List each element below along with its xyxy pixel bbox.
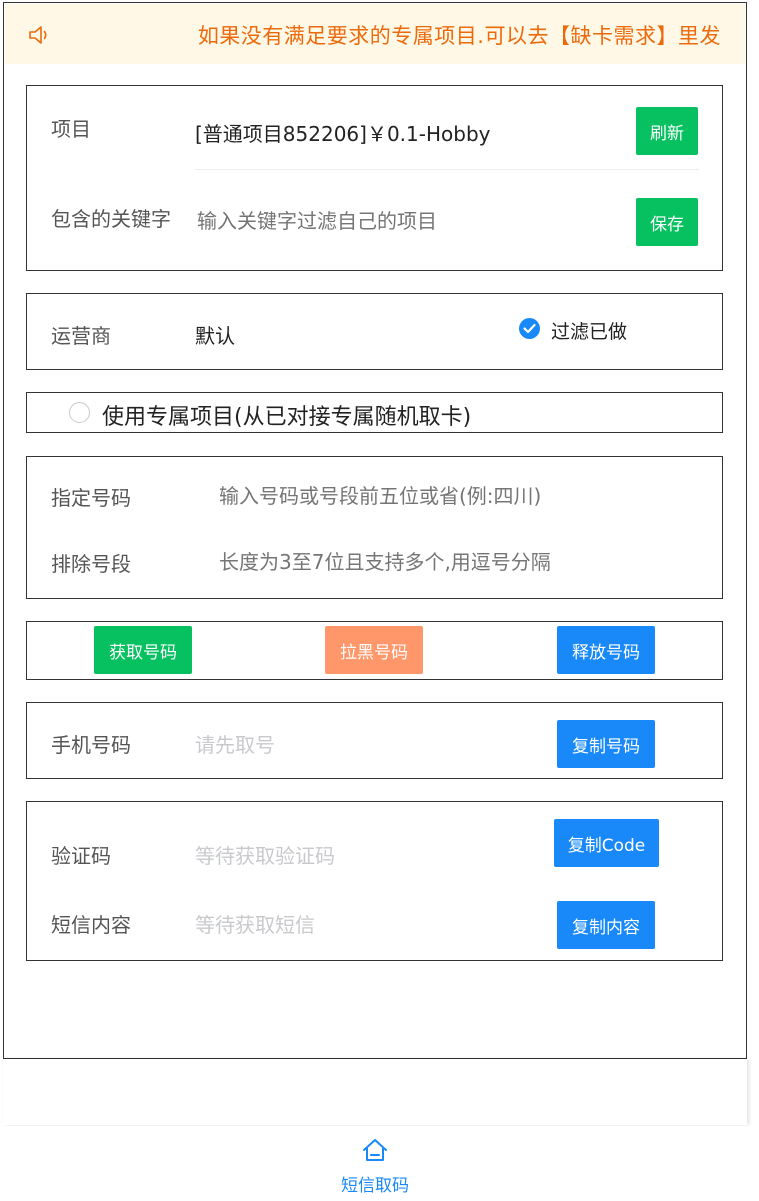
- refresh-button[interactable]: 刷新: [636, 107, 698, 155]
- project-value[interactable]: [普通项目852206]￥0.1-Hobby: [195, 118, 490, 147]
- tab-sms-code-label: 短信取码: [341, 1176, 409, 1196]
- block-number-button[interactable]: 拉黑号码: [325, 626, 423, 674]
- code-value: 等待获取验证码: [195, 844, 335, 868]
- keyword-input[interactable]: [197, 204, 597, 238]
- operator-card: 运营商 默认 过滤已做: [26, 293, 723, 370]
- project-card: 项目 [普通项目852206]￥0.1-Hobby 刷新 包含的关键字 保存: [26, 85, 723, 271]
- sms-content-value: 等待获取短信: [195, 913, 315, 937]
- phone-label: 手机号码: [51, 733, 131, 757]
- keyword-label: 包含的关键字: [51, 207, 171, 231]
- copy-code-button[interactable]: 复制Code: [554, 819, 659, 867]
- check-icon: [523, 323, 536, 334]
- home-icon: [360, 1136, 390, 1164]
- exclusive-radio[interactable]: [69, 402, 90, 423]
- code-label: 验证码: [51, 844, 111, 868]
- exclusive-card: 使用专属项目(从已对接专属随机取卡): [26, 392, 723, 433]
- release-number-button[interactable]: 释放号码: [557, 626, 655, 674]
- phone-value: 请先取号: [195, 733, 275, 757]
- actions-card: 获取号码 拉黑号码 释放号码: [26, 621, 723, 680]
- save-button[interactable]: 保存: [636, 198, 698, 246]
- sms-card: 验证码 等待获取验证码 复制Code 短信内容 等待获取短信 复制内容: [26, 801, 723, 961]
- tab-sms-code[interactable]: 短信取码: [330, 1126, 420, 1201]
- page-bottom-area: [3, 1059, 747, 1125]
- main-frame: 如果没有满足要求的专属项目.可以去【缺卡需求】里发 项目 [普通项目852206…: [3, 2, 747, 1059]
- tabbar: 短信取码: [0, 1126, 759, 1201]
- operator-value[interactable]: 默认: [195, 320, 235, 349]
- assign-number-label: 指定号码: [51, 486, 131, 510]
- project-divider: [195, 169, 699, 170]
- notice-text: 如果没有满足要求的专属项目.可以去【缺卡需求】里发: [197, 24, 721, 48]
- exclude-segment-label: 排除号段: [51, 552, 131, 576]
- notice-bar: 如果没有满足要求的专属项目.可以去【缺卡需求】里发: [5, 4, 745, 64]
- phone-card: 手机号码 请先取号 复制号码: [26, 702, 723, 779]
- assign-number-input[interactable]: [219, 479, 679, 513]
- copy-number-button[interactable]: 复制号码: [557, 720, 655, 768]
- filter-label[interactable]: 过滤已做: [551, 317, 627, 344]
- filter-checkbox[interactable]: [519, 318, 540, 339]
- operator-label: 运营商: [51, 324, 111, 348]
- exclude-segment-input[interactable]: [219, 545, 679, 579]
- sms-content-label: 短信内容: [51, 913, 131, 937]
- volume-icon: [27, 23, 53, 47]
- copy-content-button[interactable]: 复制内容: [557, 901, 655, 949]
- get-number-button[interactable]: 获取号码: [94, 626, 192, 674]
- number-filter-card: 指定号码 排除号段: [26, 456, 723, 599]
- exclusive-label[interactable]: 使用专属项目(从已对接专属随机取卡): [102, 399, 471, 431]
- project-label: 项目: [51, 117, 91, 141]
